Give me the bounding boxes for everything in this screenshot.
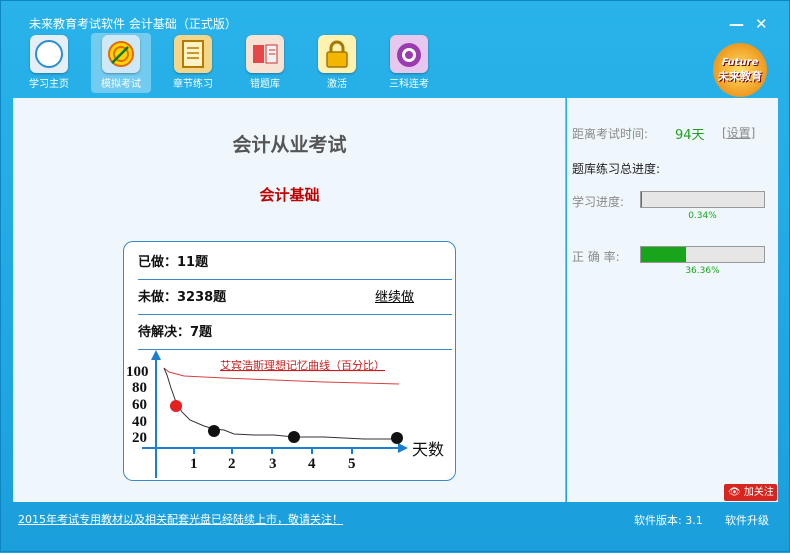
subject-title: 会计基础 [13,184,566,205]
notebook-icon [174,35,212,73]
notice-link[interactable]: 2015年考试专用教材以及相关配套光盘已经陆续上市，敬请关注！ [18,511,343,527]
follow-button[interactable]: 👁 加关注 [724,484,777,501]
x-tick: 4 [308,456,316,472]
y-tick: 80 [132,380,147,396]
tool-mock-exam[interactable]: 模拟考试 [91,33,151,93]
tool-three-subjects[interactable]: 三科连考 [379,35,439,90]
tool-label: 三科连考 [389,79,429,90]
undone-count: 未做：3238题 继续做 [138,281,452,315]
lock-icon [318,35,356,73]
upgrade-button[interactable]: 软件升级 [725,512,769,528]
curve-point [208,425,220,437]
brand-logo: Future 未来教育 [713,43,767,97]
tool-error-bank[interactable]: 错题库 [235,35,295,90]
version-text: 软件版本: 3.1 [634,512,703,528]
side-panel: 距离考试时间: 94天 [设置] 题库练习总进度: 学习进度: 0.34% 正 … [567,98,778,502]
study-progress-label: 学习进度: [572,193,624,210]
settings-link[interactable]: [设置] [722,124,755,141]
logo-en: Future [722,57,759,68]
y-tick: 20 [132,430,147,446]
y-axis-arrow [151,350,161,360]
tool-label: 错题库 [250,79,280,90]
tool-study-home[interactable]: 学习主页 [19,35,79,90]
accuracy-fill [641,247,686,262]
tool-label: 激活 [327,79,347,90]
y-tick: 40 [132,414,147,430]
target-icon [102,35,140,73]
x-tick: 1 [190,456,198,472]
y-tick: 60 [132,397,147,413]
toolbar: 学习主页 模拟考试 章节练习 错题库 激活 [1,31,790,97]
pending-text: 待解决：7题 [138,325,212,340]
actual-curve-line [164,368,399,439]
status-bar: 2015年考试专用教材以及相关配套光盘已经陆续上市，敬请关注！ 软件版本: 3.… [1,503,790,553]
study-progress-text: 0.34% [640,211,765,221]
bag-icon [390,35,428,73]
accuracy-text: 36.36% [640,266,765,276]
accuracy-label: 正 确 率: [572,248,620,265]
accuracy-bar [640,246,765,263]
curve-point-red [170,400,182,412]
tool-activate[interactable]: 激活 [307,35,367,90]
follow-label: 加关注 [744,487,774,498]
curve-point [391,432,403,444]
undone-text: 未做：3238题 [138,290,226,305]
curve-point [288,431,300,443]
continue-link[interactable]: 继续做 [375,281,414,315]
exam-title: 会计从业考试 [13,130,566,157]
x-tick: 2 [228,456,236,472]
book-icon [246,35,284,73]
x-tick: 3 [269,456,277,472]
y-tick: 100 [126,364,149,380]
window-title: 未来教育考试软件 会计基础（正式版） [29,15,237,32]
done-text: 已做：11题 [138,255,208,270]
progress-section-title: 题库练习总进度: [572,160,660,177]
compass-icon [30,35,68,73]
pending-count: 待解决：7题 [138,316,452,350]
countdown-value: 94天 [675,124,705,143]
forgetting-curve: 100 80 60 40 20 1 2 3 4 5 艾宾浩斯理想记忆曲线（百分比… [124,350,456,481]
curve-title: 艾宾浩斯理想记忆曲线（百分比） [220,358,385,372]
tool-label: 模拟考试 [101,79,141,90]
x-axis-arrow [398,443,408,453]
main-panel: 会计从业考试 会计基础 已做：11题 未做：3238题 继续做 待解决：7题 1… [13,98,566,502]
logo-cn: 未来教育 [718,68,762,84]
progress-card: 已做：11题 未做：3238题 继续做 待解决：7题 100 80 60 40 … [123,241,456,481]
tool-label: 章节练习 [173,79,213,90]
study-progress-bar [640,191,765,208]
countdown-label: 距离考试时间: [572,125,648,142]
tool-chapter-practice[interactable]: 章节练习 [163,35,223,90]
title-bar: 未来教育考试软件 会计基础（正式版） — ✕ [1,1,790,31]
x-axis-label: 天数 [412,440,444,459]
app-window: 未来教育考试软件 会计基础（正式版） — ✕ 学习主页 模拟考试 章节练习 [0,0,790,552]
x-tick: 5 [348,456,356,472]
tool-label: 学习主页 [29,79,69,90]
done-count: 已做：11题 [138,246,452,280]
